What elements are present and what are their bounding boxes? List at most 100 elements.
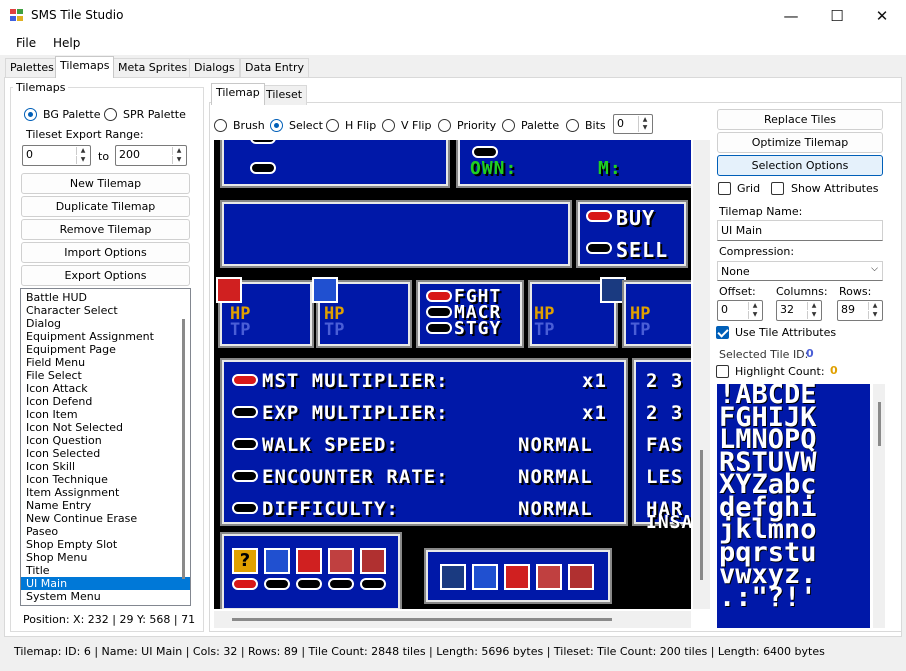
range-from-value: 0 xyxy=(26,148,33,161)
rows-value: 89 xyxy=(841,303,855,316)
tileset-preview[interactable]: !ABCDE FGHIJK LMNOPQ RSTUVW XYZabc defghi jklm… xyxy=(717,384,870,628)
hflip-radio[interactable] xyxy=(326,118,339,132)
selected-tile-label: Selected Tile ID: xyxy=(719,348,809,361)
export-options-button[interactable]: Export Options xyxy=(21,265,190,286)
remove-tilemap-button[interactable]: Remove Tilemap xyxy=(21,219,190,240)
spin-down-icon[interactable]: ▼ xyxy=(172,156,185,164)
list-item[interactable]: Icon Attack xyxy=(21,382,190,395)
canvas-vscroll[interactable] xyxy=(693,140,710,609)
list-item[interactable]: Name Entry xyxy=(21,499,190,512)
list-item[interactable]: Character Select xyxy=(21,304,190,317)
list-item[interactable]: Equipment Page xyxy=(21,343,190,356)
range-to-spinner[interactable]: 200 ▲ ▼ xyxy=(115,145,187,166)
range-from-spinner[interactable]: 0 ▲ ▼ xyxy=(22,145,91,166)
highlight-count-checkbox[interactable] xyxy=(716,364,729,378)
tab-palettes[interactable]: Palettes xyxy=(5,58,59,78)
list-item[interactable]: Icon Not Selected xyxy=(21,421,190,434)
list-item[interactable]: File Select xyxy=(21,369,190,382)
tilemap-canvas[interactable]: OWN: M: BUY SELL HP TP HP TP FGHT MACR S… xyxy=(214,140,691,609)
spin-up-icon[interactable]: ▲ xyxy=(172,147,185,155)
use-tile-attributes-checkbox[interactable] xyxy=(716,325,729,339)
option-label: EXP MULTIPLIER: xyxy=(262,402,449,424)
offset-value: 0 xyxy=(721,303,728,316)
tilemap-list[interactable]: Battle HUD Character Select Dialog Equipmen… xyxy=(20,288,191,606)
list-item[interactable]: Equipment Assignment xyxy=(21,330,190,343)
spin-up-icon[interactable]: ▲ xyxy=(748,302,761,310)
bg-palette-radio[interactable] xyxy=(24,107,37,121)
tileset-vscroll[interactable] xyxy=(873,384,885,628)
list-item[interactable]: Icon Item xyxy=(21,408,190,421)
spin-up-icon[interactable]: ▲ xyxy=(868,302,881,310)
show-attributes-checkbox[interactable] xyxy=(771,181,784,195)
list-item[interactable]: Paseo xyxy=(21,525,190,538)
list-item[interactable]: Icon Technique xyxy=(21,473,190,486)
palette-radio[interactable] xyxy=(502,118,515,132)
import-options-button[interactable]: Import Options xyxy=(21,242,190,263)
spin-up-icon[interactable]: ▲ xyxy=(76,147,89,155)
list-item[interactable]: New Continue Erase xyxy=(21,512,190,525)
menu-help[interactable]: Help xyxy=(53,36,80,50)
tilemap-name-field[interactable]: UI Main xyxy=(717,220,883,241)
spin-down-icon[interactable]: ▼ xyxy=(638,124,651,132)
minimize-button[interactable]: — xyxy=(768,0,814,31)
selection-options-button[interactable]: Selection Options xyxy=(717,155,883,176)
spin-down-icon[interactable]: ▼ xyxy=(76,156,89,164)
list-item[interactable]: Shop Empty Slot xyxy=(21,538,190,551)
list-item[interactable]: Icon Defend xyxy=(21,395,190,408)
optimize-tilemap-button[interactable]: Optimize Tilemap xyxy=(717,132,883,153)
vflip-radio[interactable] xyxy=(382,118,395,132)
tab-tilemaps[interactable]: Tilemaps xyxy=(55,56,115,78)
rows-spinner[interactable]: 89 ▲ ▼ xyxy=(837,300,883,321)
list-scrollbar[interactable] xyxy=(182,319,185,579)
tp-label: TP xyxy=(324,320,345,340)
priority-radio[interactable] xyxy=(438,118,451,132)
spin-up-icon[interactable]: ▲ xyxy=(807,302,820,310)
list-item[interactable]: Field Menu xyxy=(21,356,190,369)
bits-radio[interactable] xyxy=(566,118,579,132)
list-item[interactable]: Icon Skill xyxy=(21,460,190,473)
m-label: M: xyxy=(598,158,622,179)
highlight-count-label: Highlight Count: xyxy=(735,365,825,378)
list-item[interactable]: Icon Selected xyxy=(21,447,190,460)
list-item[interactable]: UI Main xyxy=(21,577,190,590)
spr-palette-radio[interactable] xyxy=(104,107,117,121)
pill-icon xyxy=(232,502,258,514)
close-button[interactable]: ✕ xyxy=(859,0,905,31)
list-item[interactable]: Title xyxy=(21,564,190,577)
spin-up-icon[interactable]: ▲ xyxy=(638,116,651,124)
maximize-button[interactable]: ☐ xyxy=(814,0,860,31)
spin-down-icon[interactable]: ▼ xyxy=(868,311,881,319)
grid-label: Grid xyxy=(737,182,761,195)
tab-meta-sprites[interactable]: Meta Sprites xyxy=(113,58,193,78)
menu-file[interactable]: File xyxy=(16,36,36,50)
list-item[interactable]: Item Assignment xyxy=(21,486,190,499)
spin-down-icon[interactable]: ▼ xyxy=(807,311,820,319)
columns-label: Columns: xyxy=(776,285,828,298)
list-item[interactable]: Shop Menu xyxy=(21,551,190,564)
select-radio[interactable] xyxy=(270,118,283,132)
option-value: NORMAL xyxy=(518,498,593,520)
grid-checkbox[interactable] xyxy=(718,181,731,195)
list-item[interactable]: Battle HUD xyxy=(21,291,190,304)
replace-tiles-button[interactable]: Replace Tiles xyxy=(717,109,883,130)
option-extra: FAS xyxy=(646,434,684,456)
new-tilemap-button[interactable]: New Tilemap xyxy=(21,173,190,194)
bits-spinner[interactable]: 0 ▲ ▼ xyxy=(613,114,653,134)
brush-radio[interactable] xyxy=(214,118,227,132)
tileset-row: .:"?!' xyxy=(719,581,817,613)
list-item[interactable]: Dialog xyxy=(21,317,190,330)
canvas-hscroll[interactable] xyxy=(214,611,691,628)
list-item[interactable]: System Menu xyxy=(21,590,190,603)
duplicate-tilemap-button[interactable]: Duplicate Tilemap xyxy=(21,196,190,217)
list-item[interactable]: Icon Question xyxy=(21,434,190,447)
bg-palette-label: BG Palette xyxy=(43,108,101,121)
compression-select[interactable]: None ⌵ xyxy=(717,261,883,281)
spin-down-icon[interactable]: ▼ xyxy=(748,311,761,319)
defend-icon xyxy=(568,564,594,590)
subtab-tileset[interactable]: Tileset xyxy=(261,85,308,105)
subtab-tilemap[interactable]: Tilemap xyxy=(211,83,265,105)
tab-dialogs[interactable]: Dialogs xyxy=(189,58,240,78)
columns-spinner[interactable]: 32 ▲ ▼ xyxy=(776,300,822,321)
offset-spinner[interactable]: 0 ▲ ▼ xyxy=(717,300,763,321)
tab-data-entry[interactable]: Data Entry xyxy=(240,58,310,78)
